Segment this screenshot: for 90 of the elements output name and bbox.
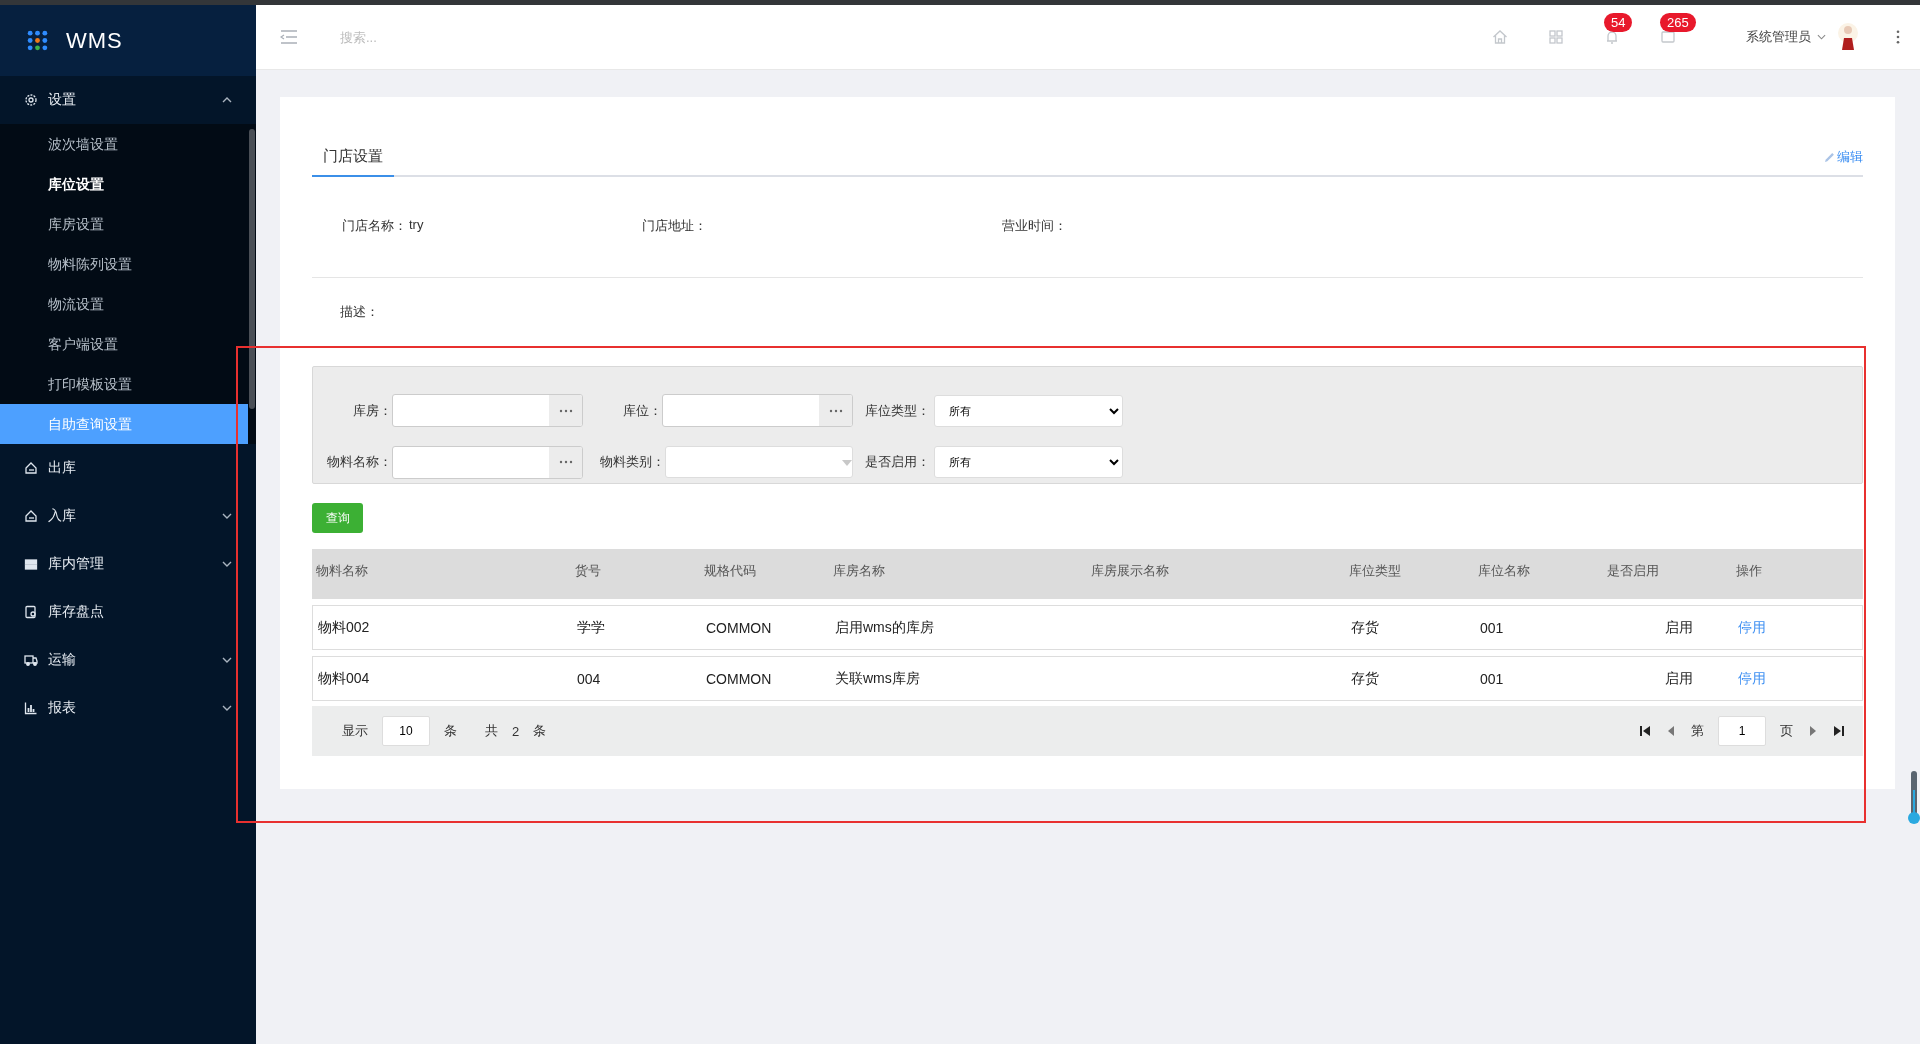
sidebar-item[interactable]: 库存盘点 [0, 588, 256, 636]
column-header: 是否启用 [1606, 562, 1660, 580]
table-cell: 启用wms的库房 [835, 618, 934, 635]
table-cell: 学学 [577, 618, 605, 635]
thermometer-icon [1907, 770, 1920, 826]
pager-text: 条 [533, 722, 547, 740]
apps-logo-icon [27, 30, 48, 51]
filter-label: 物料名称： [326, 453, 393, 471]
sidebar-item[interactable]: 入库 [0, 492, 256, 540]
bar-chart-icon [24, 701, 38, 715]
filter-label: 库位： [622, 401, 663, 420]
pager-text: 第 [1691, 722, 1704, 740]
pencil-icon [1824, 151, 1835, 163]
more-icon[interactable] [1896, 30, 1900, 44]
table-cell: COMMON [706, 670, 772, 687]
last-page-icon[interactable] [1833, 725, 1845, 737]
notification-badge: 54 [1604, 13, 1633, 32]
sidebar-item[interactable]: 设置 [0, 76, 256, 124]
column-header: 货号 [574, 562, 602, 580]
app-name: WMS [66, 27, 123, 54]
table-cell: 001 [1480, 619, 1504, 636]
sidebar-item[interactable]: 运输 [0, 636, 256, 684]
sidebar-item[interactable]: 出库 [0, 444, 256, 492]
total-count: 2 [512, 723, 520, 739]
picker-field[interactable] [662, 394, 853, 427]
more-icon[interactable] [558, 408, 573, 413]
table-cell: 004 [577, 670, 601, 687]
field-label: 门店地址： [642, 217, 707, 235]
field-label: 描述： [340, 304, 379, 319]
picker-field[interactable] [392, 445, 583, 479]
sidebar-item[interactable]: 报表 [0, 684, 256, 732]
field-value: try [409, 217, 424, 234]
user-name[interactable]: 系统管理员 [1746, 28, 1811, 46]
message-badge: 265 [1660, 13, 1696, 32]
caret-icon [1817, 34, 1826, 40]
combo-field[interactable] [665, 446, 853, 478]
select-field[interactable]: 所有 [934, 394, 1123, 427]
column-header: 库房展示名称 [1090, 562, 1170, 580]
truck-icon [24, 653, 38, 667]
table-cell: COMMON [706, 619, 772, 636]
house-arrow-icon [24, 461, 38, 475]
table-cell: 001 [1480, 670, 1504, 687]
column-header: 规格代码 [703, 562, 757, 580]
page-number-field[interactable]: 1 [1718, 716, 1766, 746]
sidebar-subitem[interactable]: 打印模板设置 [0, 364, 248, 404]
field-label: 营业时间： [1002, 217, 1067, 235]
picker-field[interactable] [392, 394, 583, 427]
first-page-icon[interactable] [1639, 725, 1651, 737]
clipboard-icon [24, 605, 38, 619]
sidebar-item[interactable]: 库内管理 [0, 540, 256, 588]
pager-text: 页 [1780, 722, 1793, 740]
table-cell: 启用 [1665, 618, 1693, 635]
column-header: 库房名称 [832, 562, 886, 580]
table-cell: 物料002 [318, 618, 370, 635]
field-label: 门店名称： [342, 217, 407, 235]
column-header: 物料名称 [315, 562, 369, 580]
pager-text: 显示 [342, 722, 368, 740]
column-header: 库位名称 [1477, 562, 1531, 580]
sidebar-subitem[interactable]: 波次墙设置 [0, 124, 248, 164]
page-size-field[interactable]: 10 [382, 716, 430, 746]
sidebar-subitem[interactable]: 客户端设置 [0, 324, 248, 364]
select-field[interactable]: 所有 [934, 446, 1123, 478]
sidebar-subitem[interactable]: 库房设置 [0, 204, 248, 244]
table-cell: 存货 [1351, 618, 1379, 635]
edit-link[interactable]: 编辑 [1824, 148, 1863, 175]
table-cell: 关联wms库房 [835, 669, 920, 686]
message-icon[interactable] [1660, 29, 1676, 45]
table-cell: 物料004 [318, 669, 370, 686]
drawer-icon [24, 557, 38, 571]
filter-label: 库房： [352, 401, 393, 420]
column-header: 操作 [1735, 562, 1763, 580]
sidebar-subitem[interactable]: 库位设置 [0, 164, 248, 204]
more-icon[interactable] [558, 460, 573, 464]
dropdown-triangle-icon [842, 460, 852, 466]
filter-label: 是否启用： [864, 453, 931, 471]
pager-text: 共 [485, 722, 498, 740]
house-arrow-icon [24, 509, 38, 523]
table-cell: 启用 [1665, 669, 1693, 686]
tab[interactable]: 门店设置 [312, 147, 394, 177]
filter-label: 库位类型： [864, 401, 931, 420]
table-cell: 存货 [1351, 669, 1379, 686]
avatar-icon[interactable] [1838, 23, 1858, 51]
pager-text: 条 [444, 722, 457, 740]
sidebar-subitem[interactable]: 物料陈列设置 [0, 244, 248, 284]
more-icon[interactable] [828, 408, 843, 413]
sidebar-subitem[interactable]: 物流设置 [0, 284, 248, 324]
column-header: 库位类型 [1348, 562, 1402, 580]
filter-label: 物料类别： [599, 453, 665, 471]
bell-icon[interactable] [1604, 29, 1620, 45]
gear-icon [24, 93, 38, 107]
